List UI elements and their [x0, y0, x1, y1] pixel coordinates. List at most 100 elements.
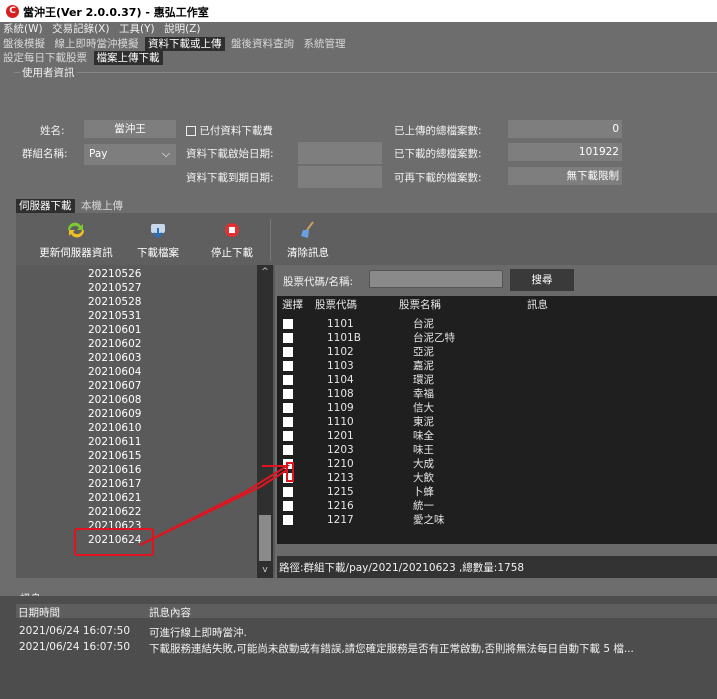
row-name: 大成	[413, 458, 434, 470]
row-checkbox[interactable]	[283, 403, 293, 413]
list-item[interactable]: 20210611	[88, 435, 208, 449]
download-file-button[interactable]: 下載檔案	[128, 221, 188, 260]
download-file-label: 下載檔案	[137, 247, 179, 259]
table-row[interactable]: 1103 嘉泥	[277, 360, 717, 372]
row-checkbox[interactable]	[283, 431, 293, 441]
table-row[interactable]: 1102 亞泥	[277, 346, 717, 358]
tab-local-upload[interactable]: 本機上傳	[78, 199, 126, 213]
toolbar-divider	[270, 219, 271, 261]
list-item[interactable]: 20210615	[88, 449, 208, 463]
row-name: 亞泥	[413, 346, 434, 358]
list-item[interactable]: 20210617	[88, 477, 208, 491]
row-checkbox[interactable]	[283, 473, 293, 483]
paid-checkbox[interactable]	[186, 126, 196, 136]
user-info-group-border	[14, 72, 717, 73]
broom-icon	[301, 221, 314, 238]
tab-system-admin[interactable]: 系統管理	[301, 37, 349, 51]
list-item[interactable]: 20210604	[88, 365, 208, 379]
search-input[interactable]	[369, 270, 503, 288]
row-code: 1201	[327, 430, 354, 442]
table-header-code: 股票代碼	[315, 299, 357, 311]
row-checkbox[interactable]	[283, 333, 293, 343]
table-row[interactable]: 1101 台泥	[277, 318, 717, 330]
scroll-up-icon[interactable]: ^	[257, 265, 273, 279]
table-row[interactable]: 1101B 台泥乙特	[277, 332, 717, 344]
list-item[interactable]: 20210602	[88, 337, 208, 351]
row-checkbox[interactable]	[283, 501, 293, 511]
list-item[interactable]: 20210531	[88, 309, 208, 323]
table-row[interactable]: 1110 東泥	[277, 416, 717, 428]
tab-after-hours-sim[interactable]: 盤後模擬	[0, 37, 48, 51]
table-row[interactable]: 1109 信大	[277, 402, 717, 414]
tab-server-download[interactable]: 伺服器下載	[16, 199, 75, 213]
paid-checkbox-row[interactable]: 已付資料下載費	[186, 123, 273, 138]
row-checkbox[interactable]	[283, 487, 293, 497]
row-code: 1109	[327, 402, 354, 414]
menu-system[interactable]: 系統(W)	[0, 22, 46, 37]
list-item[interactable]: 20210527	[88, 281, 208, 295]
row-name: 環泥	[413, 374, 434, 386]
user-info-group-title: 使用者資訊	[20, 65, 77, 80]
refresh-server-button[interactable]: 更新伺服器資訊	[28, 221, 124, 260]
downloaded-count-label: 已下載的總檔案數:	[394, 148, 482, 160]
list-item[interactable]: 20210609	[88, 407, 208, 421]
menu-help[interactable]: 說明(Z)	[161, 22, 203, 37]
tab-file-upload-download[interactable]: 檔案上傳下載	[93, 51, 163, 65]
title-bar: C 當沖王(Ver 2.0.0.37) - 惠弘工作室	[0, 0, 717, 22]
menu-trade-records[interactable]: 交易記錄(X)	[49, 22, 112, 37]
tab-after-hours-query[interactable]: 盤後資料查詢	[228, 37, 297, 51]
clear-messages-button[interactable]: 清除訊息	[278, 221, 338, 260]
tab-daily-download-stocks[interactable]: 設定每日下載股票	[0, 51, 90, 65]
table-row[interactable]: 1108 幸福	[277, 388, 717, 400]
table-row[interactable]: 1216 統一	[277, 500, 717, 512]
table-row[interactable]: 1213 大飲	[277, 472, 717, 484]
list-item[interactable]: 20210621	[88, 491, 208, 505]
row-checkbox[interactable]	[283, 389, 293, 399]
menu-bar: 系統(W) 交易記錄(X) 工具(Y) 說明(Z)	[0, 22, 717, 37]
stop-download-button[interactable]: 停止下載	[202, 221, 262, 260]
table-row[interactable]: 1217 愛之味	[277, 514, 717, 526]
message-row-time: 2021/06/24 16:07:50	[19, 625, 131, 637]
row-checkbox[interactable]	[283, 459, 293, 469]
messages-header: 日期時間 訊息內容	[16, 604, 717, 619]
row-checkbox[interactable]	[283, 319, 293, 329]
uploaded-count-field: 0	[508, 120, 622, 138]
end-date-field	[298, 166, 382, 188]
search-label: 股票代碼/名稱:	[283, 276, 354, 288]
list-item[interactable]: 20210526	[88, 267, 208, 281]
list-item[interactable]: 20210608	[88, 393, 208, 407]
menu-tools[interactable]: 工具(Y)	[116, 22, 158, 37]
list-item[interactable]: 20210622	[88, 505, 208, 519]
row-checkbox[interactable]	[283, 417, 293, 427]
row-checkbox[interactable]	[283, 445, 293, 455]
row-name: 東泥	[413, 416, 434, 428]
row-name: 卜蜂	[413, 486, 434, 498]
row-checkbox[interactable]	[283, 375, 293, 385]
row-code: 1210	[327, 458, 354, 470]
stock-table: 選擇 股票代碼 股票名稱 訊息 1101 台泥 1101B 台泥乙特 1102 …	[277, 296, 717, 544]
row-name: 味王	[413, 444, 434, 456]
scroll-thumb[interactable]	[259, 515, 271, 561]
date-list[interactable]: 20210526 20210527 20210528 20210531 2021…	[16, 265, 275, 578]
search-button[interactable]: 搜尋	[510, 269, 574, 291]
date-list-scrollbar[interactable]: ^ v	[257, 265, 273, 578]
scroll-down-icon[interactable]: v	[257, 563, 273, 577]
row-checkbox[interactable]	[283, 361, 293, 371]
table-row[interactable]: 1215 卜蜂	[277, 486, 717, 498]
tab-live-daytrade-sim[interactable]: 線上即時當沖模擬	[52, 37, 142, 51]
table-row[interactable]: 1210 大成	[277, 458, 717, 470]
row-checkbox[interactable]	[283, 347, 293, 357]
list-item[interactable]: 20210528	[88, 295, 208, 309]
list-item[interactable]: 20210616	[88, 463, 208, 477]
list-item[interactable]: 20210601	[88, 323, 208, 337]
list-item[interactable]: 20210607	[88, 379, 208, 393]
list-item[interactable]: 20210610	[88, 421, 208, 435]
table-row[interactable]: 1203 味王	[277, 444, 717, 456]
table-row[interactable]: 1201 味全	[277, 430, 717, 442]
tab-data-download-upload[interactable]: 資料下載或上傳	[145, 37, 225, 51]
list-item[interactable]: 20210603	[88, 351, 208, 365]
row-checkbox[interactable]	[283, 515, 293, 525]
group-select[interactable]: Pay ⌵	[84, 144, 176, 165]
table-row[interactable]: 1104 環泥	[277, 374, 717, 386]
row-name: 信大	[413, 402, 434, 414]
